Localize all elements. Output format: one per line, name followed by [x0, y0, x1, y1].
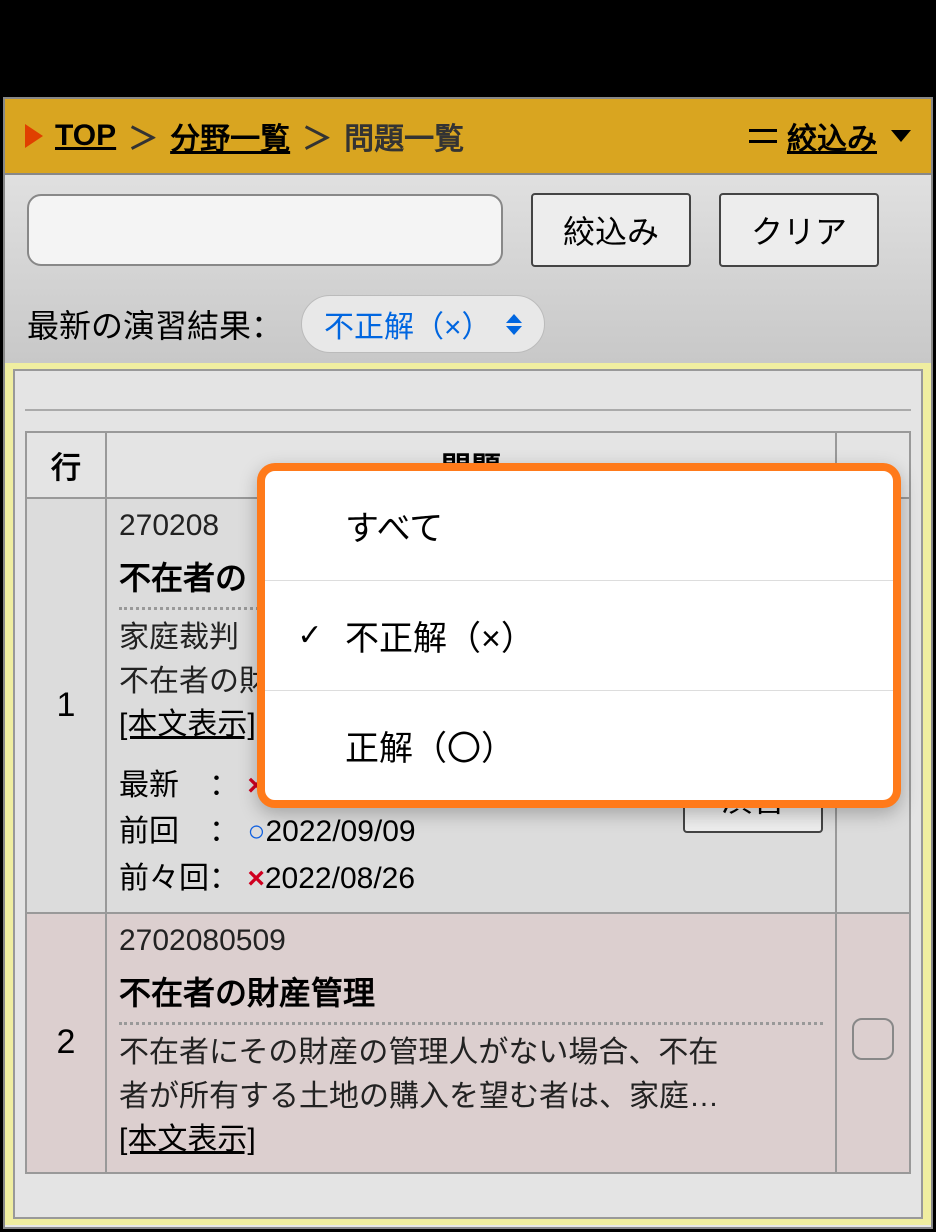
- divider: [25, 409, 911, 411]
- row-number: 1: [26, 498, 106, 913]
- breadcrumb-current: 問題一覧: [344, 114, 464, 158]
- dropdown-option-right[interactable]: 正解（〇）: [265, 691, 893, 800]
- show-full-text-link[interactable]: [本文表示]: [119, 708, 256, 741]
- chevron-right-icon: ＞: [302, 114, 332, 158]
- breadcrumb-category[interactable]: 分野一覧: [170, 114, 290, 158]
- col-header-row: 行: [26, 432, 106, 498]
- option-label: 正解（〇）: [345, 721, 515, 770]
- row-number: 2: [26, 913, 106, 1173]
- breadcrumb: TOP ＞ 分野一覧 ＞ 問題一覧: [25, 114, 464, 158]
- option-label: 不正解（×）: [345, 611, 535, 660]
- filter-toggle-label: 絞込み: [787, 114, 877, 158]
- question-text: 不在者にその財産の管理人がない場合、不在 者が所有する土地の購入を望む者は、家庭…: [119, 1031, 823, 1162]
- clear-button[interactable]: クリア: [719, 193, 879, 267]
- option-label: すべて: [345, 501, 443, 550]
- question-cell: 2702080509 不在者の財産管理 不在者にその財産の管理人がない場合、不在…: [106, 913, 836, 1173]
- filter-toolbar: 絞込み クリア 最新の演習結果： 不正解（×）: [5, 175, 931, 363]
- right-mark-icon: ○: [247, 815, 265, 848]
- play-icon: [25, 124, 43, 148]
- dropdown-option-wrong[interactable]: ✓ 不正解（×）: [265, 581, 893, 691]
- result-filter-label: 最新の演習結果：: [27, 301, 283, 347]
- filter-panel-toggle[interactable]: 絞込み: [749, 114, 911, 158]
- chevron-right-icon: ＞: [128, 114, 158, 158]
- wrong-mark-icon: ×: [247, 862, 265, 895]
- question-id: 2702080509: [119, 924, 823, 958]
- search-input[interactable]: [27, 194, 503, 266]
- header-bar: TOP ＞ 分野一覧 ＞ 問題一覧 絞込み: [5, 99, 931, 175]
- result-filter-select[interactable]: 不正解（×）: [301, 295, 545, 353]
- result-filter-value: 不正解（×）: [324, 302, 492, 346]
- sliders-icon: [749, 122, 777, 150]
- updown-icon: [506, 314, 522, 335]
- show-full-text-link[interactable]: [本文表示]: [119, 1123, 256, 1156]
- app-window: TOP ＞ 分野一覧 ＞ 問題一覧 絞込み 絞込み クリア 最新の演習結果： 不…: [3, 97, 933, 1229]
- result-filter-dropdown: すべて ✓ 不正解（×） 正解（〇）: [257, 463, 901, 808]
- question-title: 不在者の財産管理: [119, 968, 823, 1025]
- breadcrumb-top[interactable]: TOP: [55, 119, 116, 153]
- triangle-down-icon: [891, 130, 911, 142]
- row-checkbox[interactable]: [852, 1018, 894, 1060]
- check-mark-icon: ✓: [293, 618, 327, 653]
- dropdown-option-all[interactable]: すべて: [265, 471, 893, 581]
- filter-button[interactable]: 絞込み: [531, 193, 691, 267]
- table-row: 2 2702080509 不在者の財産管理 不在者にその財産の管理人がない場合、…: [26, 913, 910, 1173]
